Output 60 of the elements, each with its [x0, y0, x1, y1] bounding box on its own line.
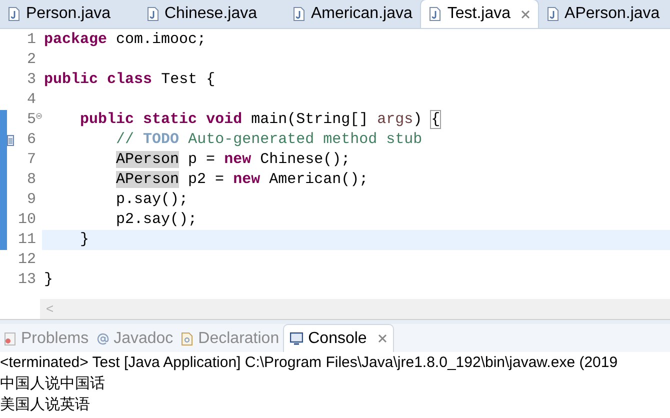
code-token: args [377, 111, 414, 128]
code-token: void [206, 111, 242, 128]
java-file-icon [429, 7, 442, 21]
editor-tab[interactable]: Person.java [0, 0, 118, 28]
code-token: com.imooc; [116, 31, 206, 48]
console-output-line: 中国人说中国话 [0, 373, 106, 394]
code-token: APerson [116, 151, 180, 168]
monitor-icon [290, 332, 304, 345]
line-number: 3 [26, 70, 36, 90]
line-number: 6 [26, 130, 36, 150]
line-number: 4 [26, 90, 36, 110]
close-icon[interactable] [378, 334, 387, 343]
line-number: 5 [26, 110, 36, 130]
code-token: { [431, 111, 440, 128]
code-token: p = [188, 151, 216, 168]
code-token: class [107, 71, 152, 88]
code-token: public [44, 71, 98, 88]
code-token: // [116, 131, 136, 148]
at-sign-icon [96, 332, 109, 344]
java-file-icon [546, 7, 559, 21]
code-token: p.say(); [116, 191, 188, 208]
code-token: p2 = [188, 171, 226, 188]
code-token: main(String[] [251, 111, 370, 128]
code-token: package [44, 31, 108, 48]
line-number: 11 [16, 230, 36, 250]
editor-tab[interactable]: American.java [285, 0, 420, 28]
code-token: APerson [116, 171, 180, 188]
code-token: Test { [161, 71, 216, 88]
line-number: 8 [26, 170, 36, 190]
code-token: Chinese(); [260, 151, 350, 168]
code-token: p2.say(); [116, 211, 198, 228]
code-token: new [224, 151, 252, 168]
close-icon[interactable] [520, 10, 530, 18]
collapse-icon[interactable] [36, 113, 42, 119]
code-token: new [233, 171, 260, 188]
editor-tab[interactable]: Chinese.java [138, 0, 265, 28]
code-token: public [80, 111, 134, 128]
code-token: TODO [143, 131, 180, 148]
editor-tab[interactable]: Test.java [420, 0, 539, 28]
code-token: } [44, 271, 54, 288]
line-number: 2 [26, 50, 36, 70]
line-number: 1 [26, 30, 36, 50]
java-file-icon [293, 7, 305, 21]
line-number: 10 [16, 210, 36, 230]
line-number: 9 [26, 190, 36, 210]
code-token: ) [413, 111, 424, 128]
console-output-line: 美国人说英语 [0, 394, 91, 415]
line-number: 12 [16, 250, 36, 270]
code-token: static [143, 111, 198, 128]
document-icon [181, 332, 194, 346]
code-token: Auto-generated method stub [188, 131, 422, 148]
panel-tab[interactable]: Console [283, 324, 394, 352]
line-number: 13 [16, 270, 36, 290]
java-file-icon [8, 7, 20, 21]
code-token: American(); [269, 171, 368, 188]
code-token: } [80, 231, 90, 248]
problems-icon [4, 332, 16, 346]
editor-tab[interactable]: APerson.java [538, 0, 668, 28]
java-file-icon [146, 7, 158, 21]
line-number: 7 [26, 150, 36, 170]
